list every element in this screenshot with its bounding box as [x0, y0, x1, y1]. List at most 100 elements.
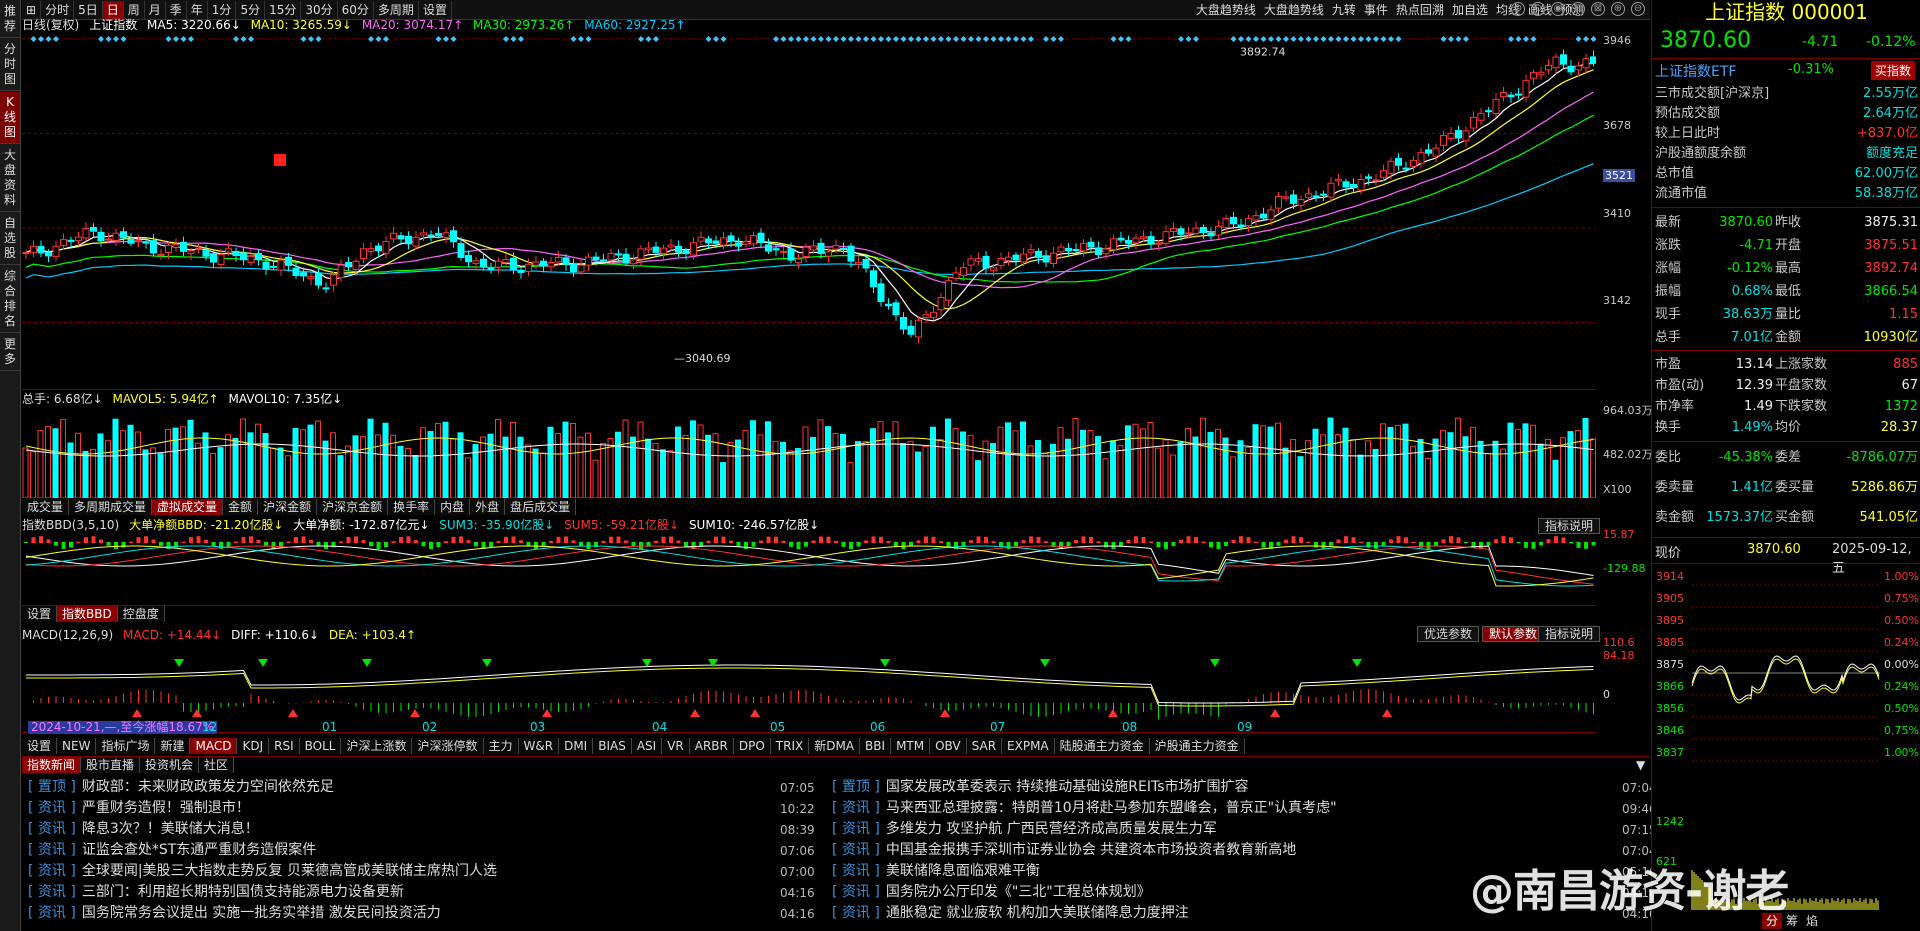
period-tab[interactable]: 60分: [338, 0, 374, 19]
toolbar-icon[interactable]: ⊟: [1571, 2, 1585, 16]
indicator-tab[interactable]: 陆股通主力资金: [1054, 738, 1150, 754]
volume-tab[interactable]: 换手率: [388, 499, 436, 515]
volume-panel[interactable]: [22, 406, 1596, 499]
period-tab[interactable]: 季: [166, 0, 187, 19]
toolbar-button[interactable]: 事件: [1360, 1, 1392, 19]
news-item[interactable]: [ 资讯 ] 严重财务造假！强制退市！: [28, 798, 770, 819]
indicator-tab[interactable]: 新建: [155, 738, 191, 754]
news-tab[interactable]: 投资机会: [140, 757, 200, 773]
toolbar-button[interactable]: 加自选: [1448, 1, 1492, 19]
bbd-tab[interactable]: 设置: [22, 606, 58, 622]
bbd-chart[interactable]: [22, 534, 1596, 606]
indicator-tab[interactable]: W&R: [518, 738, 560, 754]
toolbar-button[interactable]: 大盘趋势线: [1192, 1, 1260, 19]
toolbar-button[interactable]: 大盘趋势线: [1260, 1, 1328, 19]
period-tab[interactable]: 年: [187, 0, 208, 19]
period-tab[interactable]: 5分: [236, 0, 266, 19]
indicator-tab[interactable]: BIAS: [593, 738, 632, 754]
indicator-tab[interactable]: 设置: [22, 738, 58, 754]
volume-tab[interactable]: 金额: [223, 499, 259, 515]
macd-param-button[interactable]: 指标说明: [1538, 626, 1601, 642]
indicator-tab[interactable]: 新DMA: [809, 738, 861, 754]
indicator-tab[interactable]: VR: [662, 738, 690, 754]
bbd-help-button[interactable]: 指标说明: [1538, 518, 1601, 534]
news-item[interactable]: [ 资讯 ] 国务院常务会议提出 实施一批务实举措 激发民间投资活力: [28, 903, 770, 924]
indicator-tab[interactable]: ASI: [631, 738, 663, 754]
period-tab[interactable]: 日: [102, 0, 124, 19]
news-item[interactable]: [ 资讯 ] 全球要闻|美股三大指数走势反复 贝莱德高管成美联储主席热门人选: [28, 861, 770, 882]
news-item[interactable]: [ 置顶 ] 国家发展改革委表示 持续推动基础设施REITs市场扩围扩容: [832, 777, 1612, 798]
mini-tab[interactable]: 焰: [1802, 913, 1822, 929]
indicator-tab[interactable]: 主力: [483, 738, 519, 754]
indicator-tab[interactable]: NEW: [57, 738, 97, 754]
left-nav-tab[interactable]: 综合排名: [0, 266, 20, 333]
news-item[interactable]: [ 资讯 ] 多维发力 攻坚护航 广西民营经济成高质量发展生力军: [832, 819, 1612, 840]
news-item[interactable]: [ 资讯 ] 降息3次？！美联储大消息！: [28, 819, 770, 840]
period-tab[interactable]: 分时: [41, 0, 75, 19]
period-tab[interactable]: 15分: [265, 0, 302, 19]
volume-chart[interactable]: [22, 406, 1596, 499]
indicator-tab[interactable]: DPO: [733, 738, 771, 754]
grid-icon[interactable]: ⊞: [22, 0, 42, 19]
bbd-panel[interactable]: [22, 534, 1596, 606]
indicator-tab[interactable]: BOLL: [299, 738, 342, 754]
indicator-tab[interactable]: TRIX: [770, 738, 810, 754]
volume-tab[interactable]: 内盘: [435, 499, 471, 515]
indicator-tab[interactable]: BBI: [860, 738, 892, 754]
volume-tab[interactable]: 外盘: [470, 499, 506, 515]
indicator-tab[interactable]: SAR: [966, 738, 1003, 754]
period-tab[interactable]: 周: [124, 0, 145, 19]
indicator-tab[interactable]: MACD: [190, 738, 238, 754]
left-nav-tab[interactable]: 推荐: [0, 1, 20, 38]
bbd-tab[interactable]: 指数BBD: [57, 606, 118, 622]
left-nav-tab[interactable]: K线图: [0, 92, 20, 144]
volume-tab[interactable]: 盘后成交量: [505, 499, 577, 515]
period-tab[interactable]: 5日: [74, 0, 103, 19]
indicator-tab[interactable]: 沪股通主力资金: [1149, 738, 1245, 754]
kline-chart[interactable]: 3892.74 —3040.69: [22, 34, 1597, 390]
buy-index-button[interactable]: 买指数: [1871, 61, 1916, 80]
volume-tab[interactable]: 成交量: [22, 499, 70, 515]
news-item[interactable]: [ 资讯 ] 三部门：利用超长期特别国债支持能源电力设备更新: [28, 882, 770, 903]
toolbar-icon[interactable]: ⊙: [1531, 2, 1545, 16]
volume-tab[interactable]: 沪深金额: [258, 499, 318, 515]
period-tab[interactable]: 多周期: [374, 0, 419, 19]
indicator-tab[interactable]: OBV: [930, 738, 967, 754]
kline-panel[interactable]: 3892.74 —3040.69: [22, 34, 1597, 390]
collapse-icon[interactable]: ▼: [1636, 758, 1645, 772]
toolbar-icon[interactable]: ⊙: [1511, 2, 1525, 16]
toolbar-button[interactable]: 热点回溯: [1392, 1, 1448, 19]
pencil-icon[interactable]: [274, 154, 286, 166]
left-nav-tab[interactable]: 分时图: [0, 39, 20, 91]
etf-link[interactable]: 上证指数ETF: [1655, 61, 1736, 81]
volume-tab[interactable]: 多周期成交量: [69, 499, 153, 515]
indicator-tab[interactable]: 沪深上涨数: [341, 738, 413, 754]
macd-param-button[interactable]: 优选参数: [1417, 626, 1480, 642]
toolbar-button[interactable]: 九转: [1328, 1, 1360, 19]
news-item[interactable]: [ 资讯 ] 马来西亚总理披露：特朗普10月将赴马参加东盟峰会，普京正"认真考虑": [832, 798, 1612, 819]
bbd-tab[interactable]: 控盘度: [117, 606, 165, 622]
news-item[interactable]: [ 置顶 ] 财政部：未来财政政策发力空间依然充足: [28, 777, 770, 798]
period-tab[interactable]: 月: [145, 0, 166, 19]
indicator-tab[interactable]: ARBR: [689, 738, 734, 754]
volume-tab[interactable]: 沪深京金额: [317, 499, 389, 515]
volume-tab[interactable]: 虚拟成交量: [152, 499, 224, 515]
left-nav-tab[interactable]: 大盘资料: [0, 145, 20, 212]
toolbar-icon[interactable]: ⊠: [1591, 2, 1605, 16]
macd-param-button[interactable]: 默认参数: [1482, 626, 1545, 642]
period-tab[interactable]: 设置: [419, 0, 452, 19]
indicator-tab[interactable]: EXPMA: [1002, 738, 1055, 754]
left-nav-tab[interactable]: 自选股: [0, 213, 20, 265]
period-tab[interactable]: 1分: [208, 0, 237, 19]
news-tab[interactable]: 指数新闻: [22, 757, 82, 773]
news-item[interactable]: [ 资讯 ] 证监会查处*ST东通严重财务造假案件: [28, 840, 770, 861]
indicator-tab[interactable]: DMI: [559, 738, 594, 754]
toolbar-icon[interactable]: ⊕: [1611, 2, 1625, 16]
toolbar-icon[interactable]: ⊖: [1631, 2, 1645, 16]
indicator-tab[interactable]: MTM: [891, 738, 931, 754]
news-tab[interactable]: 社区: [199, 757, 235, 773]
indicator-tab[interactable]: RSI: [269, 738, 300, 754]
indicator-tab[interactable]: 指标广场: [96, 738, 156, 754]
indicator-tab[interactable]: KDJ: [237, 738, 270, 754]
period-tab[interactable]: 30分: [301, 0, 338, 19]
